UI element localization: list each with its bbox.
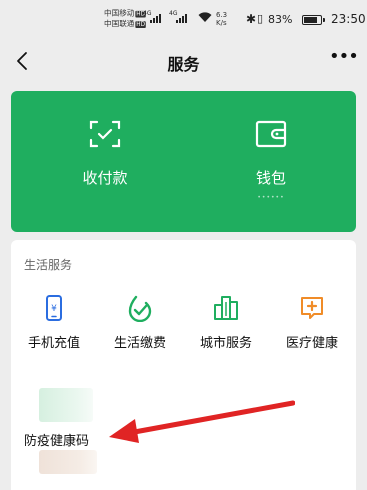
network-2-label: 4G — [169, 10, 178, 17]
battery-icon — [302, 15, 325, 25]
wifi-icon — [198, 12, 212, 22]
blurred-icon — [39, 388, 93, 422]
carrier-1: 中国移动 — [104, 8, 135, 18]
speed-value: 6.3 — [216, 11, 228, 19]
city-buildings-icon — [214, 296, 238, 320]
section-title: 生活服务 — [24, 258, 73, 272]
blurred-item — [39, 450, 97, 474]
wallet-label: 钱包 — [255, 169, 286, 187]
hd-badge: HD — [135, 21, 146, 28]
pay-card: 收付款 钱包 •••••• — [11, 91, 356, 232]
speed-unit: K/s — [216, 19, 227, 27]
phone-recharge-button[interactable]: ¥ 手机充值 — [11, 294, 97, 351]
battery-percent: 83% — [268, 13, 293, 26]
page-title: 服务 — [167, 55, 200, 74]
signal-2-icon: 4G — [169, 10, 187, 23]
medical-health-label: 医疗健康 — [285, 336, 338, 351]
phone-recharge-label: 手机充值 — [27, 336, 80, 351]
bluetooth-icon: ✱ — [246, 12, 257, 26]
city-services-label: 城市服务 — [199, 336, 252, 351]
wallet-icon — [255, 120, 287, 148]
wallet-button[interactable]: 钱包 •••••• — [201, 119, 341, 201]
city-services-button[interactable]: 城市服务 — [183, 294, 269, 351]
scan-check-icon — [89, 120, 121, 148]
annotation-arrow-icon — [109, 400, 295, 443]
network-1-label: 4G — [143, 10, 152, 17]
health-code-button[interactable]: 防疫健康码 — [24, 430, 89, 449]
nav-bar: 服务 ••• — [0, 40, 367, 84]
phone-screen: 中国移动 HD 中国联通 HD 4G 4G 6.3 K/s ✱ ▯ 83% 23:5… — [0, 0, 367, 490]
utility-payment-label: 生活缴费 — [113, 336, 166, 351]
more-menu-button[interactable]: ••• — [329, 48, 359, 74]
status-bar: 中国移动 HD 中国联通 HD 4G 4G 6.3 K/s ✱ ▯ 83% 23:5… — [0, 0, 367, 38]
svg-text:¥: ¥ — [51, 304, 57, 314]
utility-payment-button[interactable]: 生活缴费 — [97, 294, 183, 351]
signal-1-icon: 4G — [143, 10, 161, 23]
network-speed: 6.3 K/s — [216, 11, 227, 27]
vibrate-icon: ▯ — [257, 12, 264, 25]
medical-plus-icon — [301, 297, 323, 319]
status-time: 23:50 — [331, 12, 366, 26]
carrier-2: 中国联通 — [104, 19, 135, 28]
receive-pay-button[interactable]: 收付款 — [35, 119, 175, 188]
wallet-balance-hidden: •••••• — [257, 194, 285, 201]
medical-health-button[interactable]: 医疗健康 — [269, 294, 355, 351]
check-drop-icon — [128, 295, 152, 322]
phone-yen-icon: ¥ — [46, 295, 62, 321]
receive-pay-label: 收付款 — [82, 169, 128, 187]
